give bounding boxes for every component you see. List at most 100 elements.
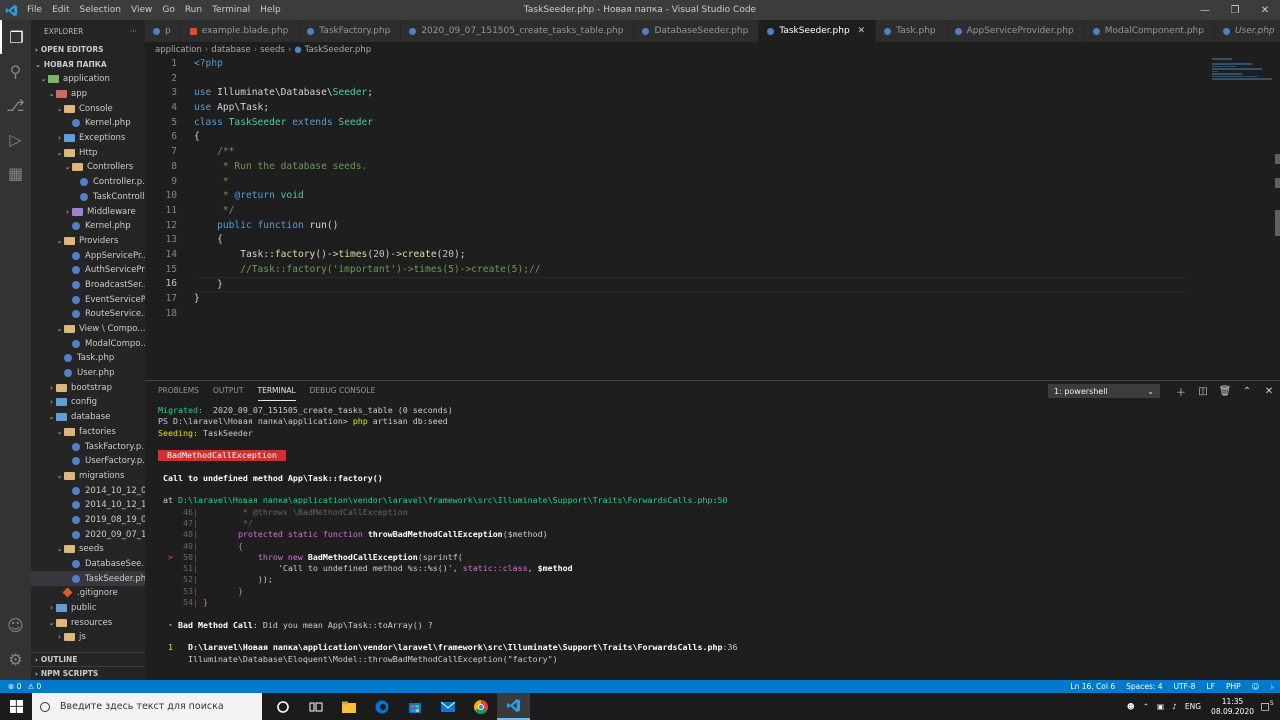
code-line[interactable]: /**	[194, 145, 1190, 160]
tree-item[interactable]: RouteService...	[31, 307, 145, 322]
tree-item[interactable]: › js	[31, 630, 145, 645]
new-terminal-icon[interactable]: ＋	[1170, 384, 1192, 399]
indentation[interactable]: Spaces: 4	[1126, 682, 1162, 691]
menu-edit[interactable]: Edit	[47, 0, 74, 20]
menu-file[interactable]: File	[22, 0, 47, 20]
task-view-icon[interactable]	[299, 693, 332, 720]
cortana-icon[interactable]	[266, 693, 299, 720]
terminal-output[interactable]: Migrated: 2020_09_07_151505_create_tasks…	[158, 405, 1270, 665]
tree-item[interactable]: ⌄ View \ Compo...	[31, 322, 145, 337]
language-mode[interactable]: PHP	[1226, 682, 1241, 691]
encoding[interactable]: UTF-8	[1174, 682, 1196, 691]
source-control-icon[interactable]: ⎇	[0, 88, 31, 122]
tree-item[interactable]: ⌄ app	[31, 87, 145, 102]
code-line[interactable]: * @return void	[194, 189, 1190, 204]
close-icon[interactable]: ✕	[1250, 0, 1280, 20]
code-line[interactable]: public function run()	[194, 219, 1190, 234]
open-editors-section[interactable]: › OPEN EDITORS	[31, 42, 145, 57]
tree-item[interactable]: › bootstrap	[31, 380, 145, 395]
chrome-icon[interactable]	[464, 693, 497, 720]
outline-section[interactable]: › OUTLINE	[31, 652, 145, 666]
tree-item[interactable]: .gitignore	[31, 586, 145, 601]
search-icon[interactable]: ⚲	[0, 54, 31, 88]
warnings-count[interactable]: ⚠ 0	[27, 682, 41, 691]
code-line[interactable]: */	[194, 204, 1190, 219]
code-line[interactable]: class TaskSeeder extends Seeder	[194, 116, 1190, 131]
tree-item[interactable]: UserFactory.p...	[31, 454, 145, 469]
tree-item[interactable]: › Exceptions	[31, 131, 145, 146]
tree-item[interactable]: 2020_09_07_1...	[31, 527, 145, 542]
run-debug-icon[interactable]: ▷	[0, 122, 31, 156]
code-line[interactable]: * Run the database seeds.	[194, 160, 1190, 175]
code-line[interactable]: //Task::factory('important')->times(5)->…	[194, 263, 1190, 278]
end-of-line[interactable]: LF	[1206, 682, 1215, 691]
code-line[interactable]: use App\Task;	[194, 101, 1190, 116]
editor-tab[interactable]: AppServiceProvider.php	[946, 20, 1085, 42]
tree-item[interactable]: ⌄ Providers	[31, 234, 145, 249]
code-content[interactable]: <?php use Illuminate\Database\Seeder; use …	[194, 57, 1190, 321]
tree-item[interactable]: ⌄ migrations	[31, 469, 145, 484]
breadcrumb-item[interactable]: TaskSeeder.php	[305, 45, 371, 55]
root-folder-section[interactable]: ⌄ НОВАЯ ПАПКА	[31, 57, 145, 72]
editor-tab[interactable]: TaskSeeder.php ✕	[759, 20, 877, 42]
code-line[interactable]: {	[194, 233, 1190, 248]
terminal-select[interactable]: 1: powershell ⌄	[1048, 384, 1160, 398]
editor-tab[interactable]: 2020_09_07_151505_create_tasks_table.php	[401, 20, 635, 42]
tree-item[interactable]: Task.php	[31, 351, 145, 366]
tree-item[interactable]: TaskControll...	[31, 190, 145, 205]
code-line[interactable]	[194, 307, 1190, 322]
cursor-position[interactable]: Ln 16, Col 6	[1070, 682, 1115, 691]
tree-item[interactable]: 2019_08_19_0...	[31, 513, 145, 528]
clock[interactable]: 11:35 08.09.2020	[1211, 697, 1254, 717]
tree-item[interactable]: BroadcastSer...	[31, 278, 145, 293]
editor-tab[interactable]: p	[145, 20, 182, 42]
tree-item[interactable]: › Middleware	[31, 204, 145, 219]
tree-item[interactable]: ModalCompo...	[31, 336, 145, 351]
tree-item[interactable]: ⌄ application	[31, 72, 145, 87]
menu-go[interactable]: Go	[157, 0, 179, 20]
code-line[interactable]: }	[194, 292, 1190, 307]
menu-help[interactable]: Help	[255, 0, 286, 20]
mail-icon[interactable]	[431, 693, 464, 720]
person-icon[interactable]: ☻	[1127, 702, 1135, 711]
file-explorer-icon[interactable]	[332, 693, 365, 720]
keyboard-language[interactable]: ENG	[1185, 702, 1201, 711]
restore-icon[interactable]: ❐	[1220, 0, 1250, 20]
feedback-icon[interactable]: ☺	[1252, 682, 1260, 691]
chevron-up-icon[interactable]: ⌃	[1143, 702, 1149, 711]
code-line[interactable]	[194, 72, 1190, 87]
editor-tab[interactable]: DatabaseSeeder.php	[634, 20, 760, 42]
panel-tab[interactable]: TERMINAL	[257, 381, 296, 401]
tree-item[interactable]: ⌄ factories	[31, 425, 145, 440]
tree-item[interactable]: TaskSeeder.php	[31, 571, 145, 587]
menu-selection[interactable]: Selection	[75, 0, 126, 20]
taskbar-search-box[interactable]: Введите здесь текст для поиска	[32, 693, 262, 720]
close-panel-icon[interactable]: ✕	[1258, 386, 1280, 397]
breadcrumb-item[interactable]: database	[211, 45, 250, 55]
tree-item[interactable]: AppServicePr...	[31, 248, 145, 263]
tree-item[interactable]: › config	[31, 395, 145, 410]
accounts-icon[interactable]: ☺	[0, 608, 31, 642]
code-line[interactable]: Task::factory()->times(20)->create(20);	[194, 248, 1190, 263]
maximize-panel-icon[interactable]: ⌃	[1236, 386, 1258, 397]
close-tab-icon[interactable]: ✕	[858, 26, 866, 36]
panel-tab[interactable]: PROBLEMS	[158, 381, 199, 401]
code-line[interactable]: <?php	[194, 57, 1190, 72]
bell-icon[interactable]: ♭	[1270, 682, 1274, 691]
tree-item[interactable]: › public	[31, 601, 145, 616]
code-line[interactable]: {	[194, 130, 1190, 145]
breadcrumb-item[interactable]: application	[155, 45, 202, 55]
manage-gear-icon[interactable]: ⚙	[0, 642, 31, 676]
code-line[interactable]: use Illuminate\Database\Seeder;	[194, 86, 1190, 101]
menu-terminal[interactable]: Terminal	[207, 0, 255, 20]
menu-view[interactable]: View	[126, 0, 157, 20]
tree-item[interactable]: Kernel.php	[31, 116, 145, 131]
editor-tab[interactable]: Task.php	[876, 20, 947, 42]
vscode-taskbar-icon[interactable]	[497, 693, 530, 720]
network-icon[interactable]: ▣	[1157, 702, 1164, 711]
tree-item[interactable]: AuthServicePr...	[31, 263, 145, 278]
tree-item[interactable]: User.php	[31, 366, 145, 381]
tree-item[interactable]: ⌄ Controllers	[31, 160, 145, 175]
tree-item[interactable]: TaskFactory.p...	[31, 439, 145, 454]
tree-item[interactable]: 2014_10_12_1...	[31, 498, 145, 513]
